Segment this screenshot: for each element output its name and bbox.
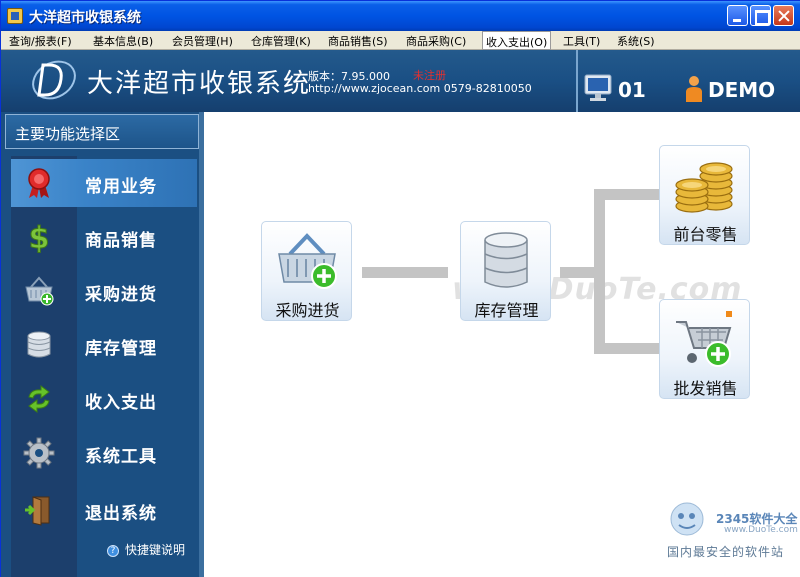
- cart-add-icon: [676, 311, 732, 367]
- refresh-arrows-icon: [28, 385, 50, 413]
- monitor-icon: [584, 74, 612, 101]
- workflow-purchase-button[interactable]: 采购进货: [261, 221, 352, 321]
- award-ribbon-icon: [28, 168, 50, 198]
- database-icon: [484, 232, 528, 288]
- sidebar: 主要功能选择区 常用业务 $ 商品销售 采购进货 库存管理 收入支出 系统工具 …: [1, 112, 204, 577]
- menu-income-expense[interactable]: 收入支出(O): [482, 31, 552, 50]
- gear-icon: [23, 437, 55, 469]
- workflow-node-label: 批发销售: [673, 379, 738, 398]
- flow-connector: [362, 267, 448, 278]
- workflow-wholesale-button[interactable]: 批发销售: [659, 299, 750, 399]
- sidebar-item-income-expense[interactable]: 收入支出: [11, 375, 197, 423]
- workflow-node-label: 采购进货: [275, 301, 340, 320]
- menu-query-report[interactable]: 查询/报表(F): [9, 33, 72, 49]
- coins-icon: [675, 162, 733, 213]
- sidebar-item-inventory[interactable]: 库存管理: [11, 321, 197, 369]
- maximize-button[interactable]: [750, 5, 771, 26]
- database-icon: [27, 331, 51, 358]
- sidebar-item-system-tools[interactable]: 系统工具: [11, 429, 197, 477]
- sidebar-item-common-business[interactable]: 常用业务: [11, 159, 197, 207]
- workflow-node-label: 前台零售: [673, 225, 738, 244]
- workflow-inventory-button[interactable]: 库存管理: [460, 221, 551, 321]
- menu-bar: 查询/报表(F) 基本信息(B) 会员管理(H) 仓库管理(K) 商品销售(S)…: [1, 31, 800, 50]
- application-window: 大洋超市收银系统 查询/报表(F) 基本信息(B) 会员管理(H) 仓库管理(K…: [0, 0, 800, 577]
- title-bar[interactable]: 大洋超市收银系统: [1, 1, 800, 31]
- workflow-retail-button[interactable]: 前台零售: [659, 145, 750, 245]
- logo-d-icon: [32, 60, 76, 100]
- menu-warehouse-management[interactable]: 仓库管理(K): [251, 33, 311, 49]
- menu-system[interactable]: 系统(S): [617, 33, 655, 49]
- menu-tools[interactable]: 工具(T): [563, 33, 600, 49]
- terminal-number: 01: [618, 78, 646, 102]
- workflow-area: www.DuoTe.com 采购进货 库存管理: [204, 112, 800, 577]
- menu-basic-info[interactable]: 基本信息(B): [93, 33, 153, 49]
- corner-url-text: www.DuoTe.com: [724, 525, 798, 535]
- flow-connector: [594, 189, 605, 354]
- brand-title: 大洋超市收银系统: [87, 69, 312, 99]
- help-icon: ?: [107, 545, 119, 557]
- basket-add-icon: [278, 233, 337, 289]
- corner-slogan-text: 国内最安全的软件站: [667, 545, 785, 559]
- exit-door-icon: [25, 496, 50, 526]
- sidebar-item-label: 系统工具: [85, 447, 157, 467]
- minimize-button[interactable]: [727, 5, 748, 26]
- flow-connector: [560, 267, 594, 278]
- menu-member-management[interactable]: 会员管理(H): [172, 33, 233, 49]
- sidebar-item-label: 采购进货: [85, 285, 157, 305]
- sidebar-title: 主要功能选择区: [5, 114, 199, 149]
- window-title: 大洋超市收银系统: [29, 10, 141, 26]
- sidebar-item-product-sales[interactable]: $ 商品销售: [11, 213, 197, 261]
- user-name: DEMO: [708, 78, 776, 102]
- unregistered-label: 未注册: [413, 69, 446, 82]
- svg-text:$: $: [29, 221, 50, 253]
- dollar-icon: $: [28, 221, 50, 253]
- app-icon[interactable]: [7, 8, 23, 24]
- sidebar-item-label: 退出系统: [85, 504, 157, 524]
- sidebar-item-label: 商品销售: [85, 231, 157, 251]
- menu-product-purchase[interactable]: 商品采购(C): [406, 33, 466, 49]
- workflow-node-label: 库存管理: [474, 301, 539, 320]
- header-divider: [576, 50, 578, 112]
- menu-product-sales[interactable]: 商品销售(S): [328, 33, 388, 49]
- shortcut-help-link[interactable]: ? 快捷键说明: [107, 541, 185, 558]
- sidebar-item-label: 收入支出: [85, 393, 157, 413]
- sidebar-item-label: 库存管理: [85, 339, 157, 359]
- flow-connector: [594, 343, 660, 354]
- user-icon: [686, 76, 702, 102]
- shortcut-help-label: 快捷键说明: [125, 543, 186, 557]
- header-banner: 大洋超市收银系统 版本：7.95.000 未注册 http://www.zjoc…: [1, 50, 800, 112]
- sidebar-item-exit[interactable]: 退出系统: [11, 486, 197, 534]
- close-button[interactable]: [773, 5, 794, 26]
- flow-connector: [594, 189, 660, 200]
- basket-add-icon: [25, 276, 54, 306]
- website-phone: http://www.zjocean.com 0579-82810050: [308, 82, 532, 95]
- sidebar-item-label: 常用业务: [85, 177, 157, 197]
- sidebar-item-purchase[interactable]: 采购进货: [11, 267, 197, 315]
